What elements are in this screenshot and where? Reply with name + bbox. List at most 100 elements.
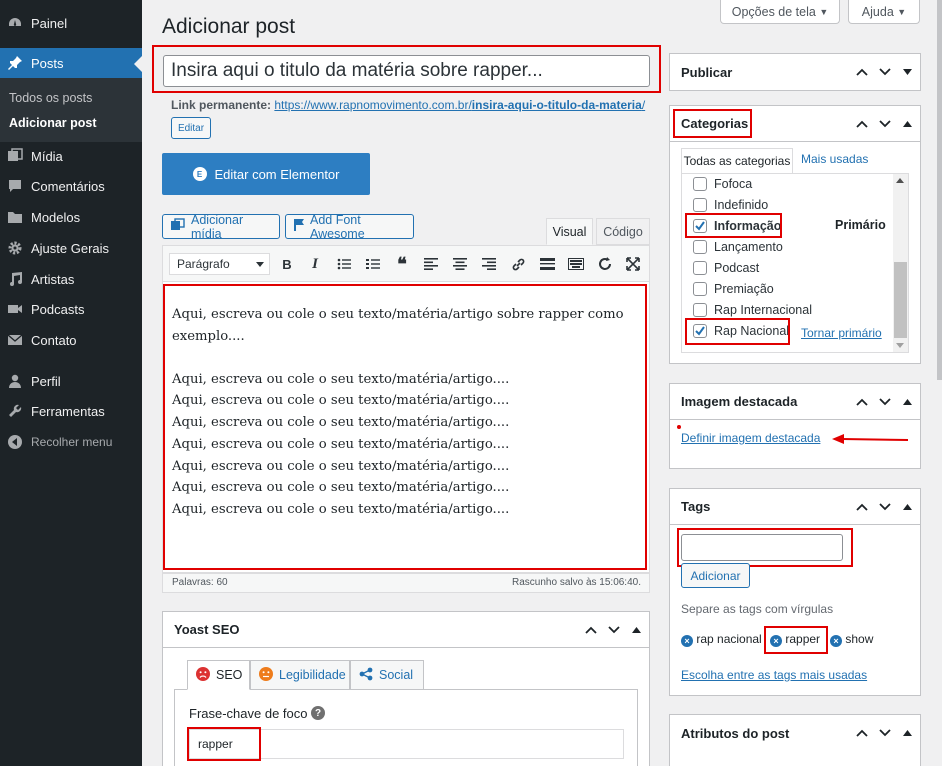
category-label: Lançamento bbox=[714, 240, 783, 254]
menu-item-painel[interactable]: Painel bbox=[0, 8, 142, 38]
tab-legibilidade[interactable]: Legibilidade bbox=[250, 660, 350, 690]
remove-tag-icon[interactable]: × bbox=[770, 635, 782, 647]
choose-popular-tags-link[interactable]: Escolha entre as tags mais usadas bbox=[681, 668, 867, 682]
menu-item-modelos[interactable]: Modelos bbox=[0, 202, 142, 232]
submenu-add-post[interactable]: Adicionar post bbox=[9, 116, 97, 130]
category-checkbox[interactable] bbox=[693, 198, 707, 212]
tab-seo[interactable]: SEO bbox=[187, 660, 250, 690]
post-title-input[interactable]: Insira aqui o titulo da matéria sobre ra… bbox=[163, 55, 650, 87]
categories-header[interactable]: Categorias bbox=[670, 106, 920, 142]
chevron-up-icon[interactable] bbox=[855, 395, 868, 408]
category-checkbox-checked[interactable] bbox=[693, 324, 707, 338]
scroll-down-icon[interactable] bbox=[896, 343, 904, 348]
tab-visual[interactable]: Visual bbox=[546, 218, 593, 245]
collapse-menu-button[interactable]: Recolher menu bbox=[0, 427, 142, 457]
link-icon[interactable] bbox=[508, 255, 528, 273]
add-tag-button[interactable]: Adicionar bbox=[681, 563, 750, 588]
format-select[interactable]: Parágrafo bbox=[169, 253, 270, 275]
category-checkbox[interactable] bbox=[693, 303, 707, 317]
category-checkbox[interactable] bbox=[693, 261, 707, 275]
tab-code[interactable]: Código bbox=[596, 218, 650, 245]
caret-down-icon bbox=[256, 262, 264, 267]
submenu-all-posts[interactable]: Todos os posts bbox=[9, 91, 92, 105]
blockquote-icon[interactable]: ❝ bbox=[392, 254, 412, 274]
remove-tag-icon[interactable]: × bbox=[681, 635, 693, 647]
align-center-icon[interactable] bbox=[450, 255, 470, 273]
tag-input[interactable] bbox=[681, 534, 843, 561]
toggle-arrow-icon[interactable] bbox=[901, 66, 914, 79]
focus-keyphrase-input[interactable]: rapper bbox=[189, 729, 624, 759]
menu-item-perfil[interactable]: Perfil bbox=[0, 366, 142, 396]
chevron-down-icon[interactable] bbox=[878, 395, 891, 408]
menu-item-comentarios[interactable]: Comentários bbox=[0, 171, 142, 201]
italic-icon[interactable]: I bbox=[305, 255, 325, 273]
scrollbar-thumb[interactable] bbox=[894, 262, 907, 338]
neutral-face-icon bbox=[259, 666, 273, 684]
read-more-icon[interactable] bbox=[537, 255, 557, 273]
bold-icon[interactable]: B bbox=[277, 255, 297, 273]
chevron-down-icon[interactable] bbox=[878, 500, 891, 513]
chevron-down-icon[interactable] bbox=[607, 623, 620, 636]
menu-item-contato[interactable]: Contato bbox=[0, 325, 142, 355]
word-count: Palavras: 60 bbox=[172, 577, 228, 588]
make-primary-link[interactable]: Tornar primário bbox=[801, 326, 882, 340]
menu-item-midia[interactable]: Mídia bbox=[0, 141, 142, 171]
category-scrollbar[interactable] bbox=[893, 174, 908, 352]
keyboard-icon[interactable] bbox=[566, 255, 586, 273]
chevron-up-icon[interactable] bbox=[855, 66, 868, 79]
add-media-button[interactable]: Adicionar mídia bbox=[162, 213, 280, 241]
set-featured-image-link[interactable]: Definir imagem destacada bbox=[681, 431, 820, 445]
menu-item-posts[interactable]: Posts bbox=[0, 48, 142, 78]
scroll-up-icon[interactable] bbox=[896, 178, 904, 183]
post-attributes-header[interactable]: Atributos do post bbox=[670, 715, 920, 751]
category-checkbox[interactable] bbox=[693, 282, 707, 296]
remove-tag-icon[interactable]: × bbox=[830, 635, 842, 647]
tags-header[interactable]: Tags bbox=[670, 489, 920, 525]
tag-list: × rap nacional bbox=[681, 632, 762, 647]
publish-header[interactable]: Publicar bbox=[670, 54, 920, 90]
menu-item-podcasts[interactable]: Podcasts bbox=[0, 294, 142, 324]
align-right-icon[interactable] bbox=[479, 255, 499, 273]
chevron-down-icon[interactable] bbox=[878, 66, 891, 79]
content-line: Aqui, escreva ou cole o seu texto/matéri… bbox=[172, 480, 510, 495]
bullet-list-icon[interactable] bbox=[334, 255, 354, 273]
menu-item-artistas[interactable]: Artistas bbox=[0, 264, 142, 294]
edit-permalink-button[interactable]: Editar bbox=[171, 117, 211, 139]
add-font-awesome-button[interactable]: Add Font Awesome bbox=[285, 213, 414, 241]
help-button[interactable]: Ajuda ▼ bbox=[848, 0, 920, 24]
toggle-arrow-icon[interactable] bbox=[901, 395, 914, 408]
tab-all-categories[interactable]: Todas as categorias bbox=[681, 148, 793, 174]
page-scrollbar[interactable] bbox=[937, 0, 942, 380]
chevron-down-icon[interactable] bbox=[878, 727, 891, 740]
edit-with-elementor-button[interactable]: E Editar com Elementor bbox=[162, 153, 370, 195]
category-label: Indefinido bbox=[714, 198, 769, 212]
menu-item-ajuste-gerais[interactable]: Ajuste Gerais bbox=[0, 233, 142, 263]
toggle-arrow-icon[interactable] bbox=[901, 117, 914, 130]
chevron-up-icon[interactable] bbox=[855, 117, 868, 130]
caret-down-icon: ▼ bbox=[897, 6, 907, 17]
help-icon[interactable]: ? bbox=[311, 706, 325, 720]
yoast-header[interactable]: Yoast SEO bbox=[163, 612, 649, 648]
chevron-up-icon[interactable] bbox=[584, 623, 597, 636]
tab-social[interactable]: Social bbox=[350, 660, 424, 690]
dashboard-icon bbox=[7, 15, 23, 31]
fullscreen-icon[interactable] bbox=[623, 255, 643, 273]
screen-options-button[interactable]: Opções de tela ▼ bbox=[720, 0, 840, 24]
align-left-icon[interactable] bbox=[421, 255, 441, 273]
toggle-arrow-icon[interactable] bbox=[901, 500, 914, 513]
chevron-up-icon[interactable] bbox=[855, 727, 868, 740]
chevron-down-icon[interactable] bbox=[878, 117, 891, 130]
refresh-icon[interactable] bbox=[595, 255, 615, 273]
featured-image-header[interactable]: Imagem destacada bbox=[670, 384, 920, 420]
category-checkbox[interactable] bbox=[693, 177, 707, 191]
category-checkbox-checked[interactable] bbox=[693, 219, 707, 233]
tab-popular-categories[interactable]: Mais usadas bbox=[801, 152, 868, 166]
toggle-arrow-icon[interactable] bbox=[901, 727, 914, 740]
tags-hint: Separe as tags com vírgulas bbox=[681, 602, 834, 616]
chevron-up-icon[interactable] bbox=[855, 500, 868, 513]
category-checkbox[interactable] bbox=[693, 240, 707, 254]
numbered-list-icon[interactable] bbox=[363, 255, 383, 273]
permalink-link[interactable]: https://www.rapnomovimento.com.br/insira… bbox=[274, 98, 645, 112]
menu-item-ferramentas[interactable]: Ferramentas bbox=[0, 396, 142, 426]
toggle-arrow-icon[interactable] bbox=[630, 623, 643, 636]
